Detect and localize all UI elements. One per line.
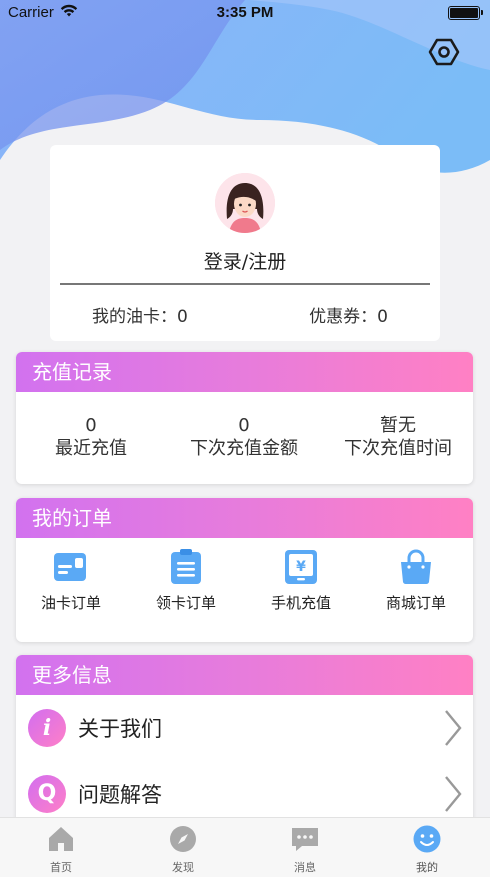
next-recharge-amount-label: 下次充值金额 bbox=[190, 438, 298, 459]
shopping-bag-icon bbox=[401, 549, 431, 585]
login-register-link[interactable]: 登录/注册 bbox=[50, 247, 440, 274]
next-recharge-time-label: 下次充值时间 bbox=[344, 438, 452, 459]
next-recharge-amount-value: 0 bbox=[238, 415, 250, 436]
tab-mine[interactable]: 我的 bbox=[366, 824, 488, 875]
phone-recharge-label: 手机充值 bbox=[270, 594, 331, 612]
recharge-records-title: 充值记录 bbox=[16, 352, 473, 392]
recent-recharge-label: 最近充值 bbox=[55, 438, 127, 459]
tab-bar: 首页 发现 消息 我的 bbox=[0, 817, 490, 877]
recharge-records-panel: 充值记录 0 最近充值 0 下次充值金额 暂无 下次充值时间 bbox=[16, 352, 473, 484]
recent-recharge: 0 最近充值 bbox=[16, 414, 166, 460]
more-info-panel: 更多信息 i 关于我们 Q 问题解答 bbox=[16, 655, 473, 825]
hexagon-settings-icon bbox=[428, 38, 460, 66]
faq-label: 问题解答 bbox=[78, 783, 162, 807]
tab-messages-label: 消息 bbox=[294, 861, 316, 874]
tab-discover[interactable]: 发现 bbox=[122, 824, 244, 875]
oil-card-orders-label: 油卡订单 bbox=[40, 594, 101, 612]
next-recharge-time-value: 暂无 bbox=[380, 415, 416, 436]
oil-card-orders-button[interactable]: 油卡订单 bbox=[16, 548, 126, 613]
info-icon: i bbox=[28, 709, 66, 747]
clipboard-icon bbox=[171, 549, 201, 584]
user-avatar-icon bbox=[215, 173, 275, 233]
tab-mine-label: 我的 bbox=[416, 861, 438, 874]
card-claim-orders-button[interactable]: 领卡订单 bbox=[131, 548, 241, 613]
avatar[interactable] bbox=[215, 173, 275, 233]
more-info-title: 更多信息 bbox=[16, 655, 473, 695]
mall-orders-label: 商城订单 bbox=[385, 594, 446, 612]
card-claim-orders-label: 领卡订单 bbox=[155, 594, 216, 612]
about-us-row[interactable]: i 关于我们 bbox=[16, 695, 473, 761]
phone-yen-icon: ¥ bbox=[285, 550, 317, 584]
clock: 3:35 PM bbox=[216, 4, 274, 21]
mall-orders-button[interactable]: 商城订单 bbox=[361, 548, 471, 613]
tab-home[interactable]: 首页 bbox=[0, 824, 122, 875]
status-bar: Carrier 3:35 PM bbox=[0, 0, 490, 26]
chevron-right-icon bbox=[445, 710, 462, 746]
divider bbox=[60, 283, 430, 285]
faq-row[interactable]: Q 问题解答 bbox=[16, 761, 473, 825]
next-recharge-time: 暂无 下次充值时间 bbox=[323, 414, 473, 460]
tab-discover-label: 发现 bbox=[172, 861, 194, 874]
svg-text:¥: ¥ bbox=[296, 559, 306, 575]
phone-recharge-button[interactable]: ¥ 手机充值 bbox=[246, 548, 356, 613]
profile-card: 登录/注册 我的油卡：0 优惠券：0 bbox=[50, 145, 440, 341]
tab-home-label: 首页 bbox=[50, 861, 72, 874]
home-icon bbox=[49, 827, 73, 851]
tab-messages[interactable]: 消息 bbox=[244, 824, 366, 875]
chevron-right-icon bbox=[445, 776, 462, 812]
my-orders-panel: 我的订单 油卡订单 领卡订单 ¥ 手机充值 商城订单 bbox=[16, 498, 473, 642]
battery-icon bbox=[448, 6, 483, 20]
settings-button[interactable] bbox=[428, 36, 460, 68]
next-recharge-amount: 0 下次充值金额 bbox=[169, 414, 319, 460]
compass-icon bbox=[170, 826, 196, 852]
smiley-icon bbox=[413, 825, 441, 853]
recent-recharge-value: 0 bbox=[85, 415, 97, 436]
my-oil-card-count[interactable]: 我的油卡：0 bbox=[92, 302, 188, 327]
about-us-label: 关于我们 bbox=[78, 717, 162, 741]
card-icon bbox=[54, 553, 86, 581]
message-icon bbox=[292, 828, 318, 851]
question-icon: Q bbox=[28, 775, 66, 813]
my-orders-title: 我的订单 bbox=[16, 498, 473, 538]
coupon-count[interactable]: 优惠券：0 bbox=[309, 302, 388, 327]
